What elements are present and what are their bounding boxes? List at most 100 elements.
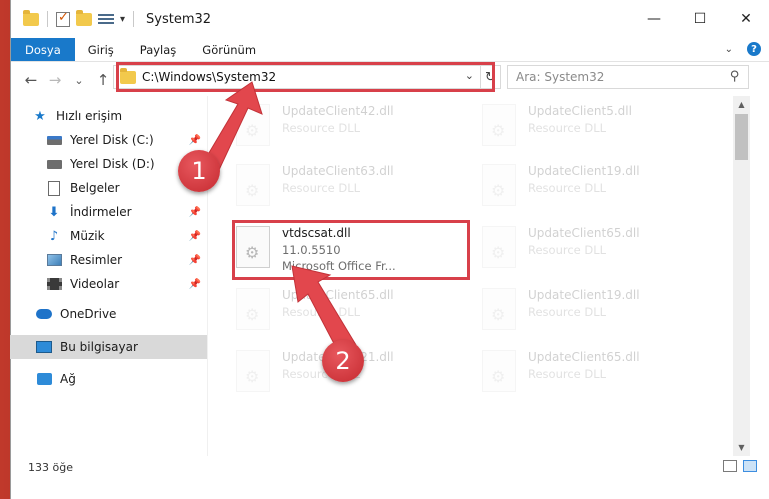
file-name: UpdateClient42.dll [282,104,394,118]
sidebar-item-this-pc[interactable]: Bu bilgisayar [10,335,207,359]
dll-file-icon [482,104,516,146]
file-item[interactable]: UpdateClient63.dll Resource DLL [232,158,467,216]
expand-ribbon-chevron-icon[interactable]: ⌄ [725,44,733,55]
recent-locations-button[interactable]: ⌄ [67,74,91,87]
back-button[interactable]: ← [19,71,43,89]
file-name: UpdateClient5.dll [528,104,632,118]
pictures-icon [46,252,62,268]
file-highlight-box [232,220,470,280]
callout-1-badge: 1 [178,150,220,192]
sidebar-item-music[interactable]: ♪ Müzik 📌 [10,224,207,248]
address-highlight-box [116,62,495,92]
dll-file-icon [236,350,270,392]
file-item[interactable]: UpdateClient5.dll Resource DLL [478,98,713,156]
file-item[interactable]: UpdateClient65.dll Resource DLL [478,220,713,278]
tab-dosya[interactable]: Dosya [11,38,75,61]
file-item[interactable]: UpdateClient19.dll Resource DLL [478,158,713,216]
sidebar-item-downloads[interactable]: ⬇ İndirmeler 📌 [10,200,207,224]
quick-access-toolbar: ▾ [23,9,136,27]
dll-file-icon [236,104,270,146]
sidebar-item-label: OneDrive [60,307,117,321]
file-description: Resource DLL [282,181,361,195]
pin-icon: 📌 [188,206,201,218]
sidebar-item-label: Belgeler [70,181,120,195]
navigation-pane: ★ Hızlı erişim Yerel Disk (C:) 📌 Yerel D… [10,96,207,456]
search-icon: ⚲ [730,69,740,84]
file-description: Resource DLL [528,367,607,381]
ribbon-right-controls: ⌄ ? [725,42,761,56]
pin-icon: 📌 [188,230,201,242]
sidebar-item-label: Ağ [60,372,76,386]
file-name: UpdateClient65.dll [528,226,640,240]
sidebar-item-onedrive[interactable]: OneDrive [10,302,207,326]
onedrive-cloud-icon [36,306,52,322]
dll-file-icon [482,164,516,206]
vertical-scrollbar[interactable]: ▲ ▼ [733,96,750,456]
file-item[interactable]: UpdateClient65.dll Resource DLL [478,344,713,402]
pin-icon: 📌 [188,134,201,146]
scroll-up-arrow-icon[interactable]: ▲ [733,96,750,113]
minimize-button[interactable]: — [631,0,677,38]
toolbar-divider [47,11,48,27]
status-bar: 133 öğe [10,456,769,478]
details-view-icon[interactable] [723,460,737,472]
file-description: Resource DLL [528,121,607,135]
computer-icon [36,339,52,355]
disk-c-icon [46,132,62,148]
scrollbar-thumb[interactable] [735,114,748,160]
large-icons-view-icon[interactable] [743,460,757,472]
file-description: Resource DLL [282,121,361,135]
maximize-button[interactable]: ☐ [677,0,723,38]
close-button[interactable]: ✕ [723,0,769,38]
file-description: Resource DLL [528,243,607,257]
file-item[interactable]: UpdateClient65.dll Resource DLL [232,282,467,340]
window-controls: — ☐ ✕ [631,0,769,38]
sidebar-item-pictures[interactable]: Resimler 📌 [10,248,207,272]
view-buttons [723,460,757,472]
sidebar-item-quick-access[interactable]: ★ Hızlı erişim [10,104,207,128]
tab-gorunum[interactable]: Görünüm [189,38,269,61]
title-bar: ▾ System32 — ☐ ✕ [11,0,769,38]
file-name: UpdateClient65.dll [282,288,394,302]
forward-button[interactable]: → [43,71,67,89]
callout-2-badge: 2 [322,340,364,382]
new-folder-icon[interactable] [76,9,92,26]
videos-icon [46,276,62,292]
tab-paylas[interactable]: Paylaş [127,38,190,61]
disk-d-icon [46,156,62,172]
file-name: UpdateClient65.dll [528,350,640,364]
file-item[interactable]: UpdateClient42.dll Resource DLL [232,98,467,156]
sidebar-item-label: Yerel Disk (D:) [70,157,155,171]
sidebar-item-videos[interactable]: Videolar 📌 [10,272,207,296]
sidebar-item-label: Yerel Disk (C:) [70,133,154,147]
search-input[interactable]: Ara: System32 ⚲ [507,65,749,89]
sidebar-item-label: Müzik [70,229,105,243]
help-icon[interactable]: ? [747,42,761,56]
network-icon [36,371,52,387]
window-title: System32 [146,11,212,27]
scroll-down-arrow-icon[interactable]: ▼ [733,439,750,456]
document-icon [46,180,62,196]
tab-giris[interactable]: Giriş [75,38,127,61]
dll-file-icon [482,288,516,330]
dll-file-icon [236,164,270,206]
customize-toolbar-dropdown-icon[interactable]: ▾ [120,14,125,25]
pane-divider[interactable] [207,96,208,456]
dll-file-icon [482,226,516,268]
sidebar-item-documents[interactable]: Belgeler [10,176,207,200]
toolbar-divider [133,11,135,27]
up-button[interactable]: ↑ [91,71,115,89]
sidebar-item-local-disk-c[interactable]: Yerel Disk (C:) 📌 [10,128,207,152]
file-name: UpdateClient19.dll [528,288,640,302]
file-name: UpdateClient19.dll [528,164,640,178]
file-description: Resource DLL [528,181,607,195]
file-description: Resource DLL [528,305,607,319]
file-description: Resource DLL [282,305,361,319]
music-icon: ♪ [49,228,59,244]
item-count: 133 öğe [28,460,73,474]
file-item[interactable]: UpdateClient19.dll Resource DLL [478,282,713,340]
sidebar-item-network[interactable]: Ağ [10,367,207,391]
view-properties-icon[interactable] [98,13,114,26]
sidebar-item-label: Videolar [70,277,120,291]
properties-check-icon[interactable] [56,10,70,27]
